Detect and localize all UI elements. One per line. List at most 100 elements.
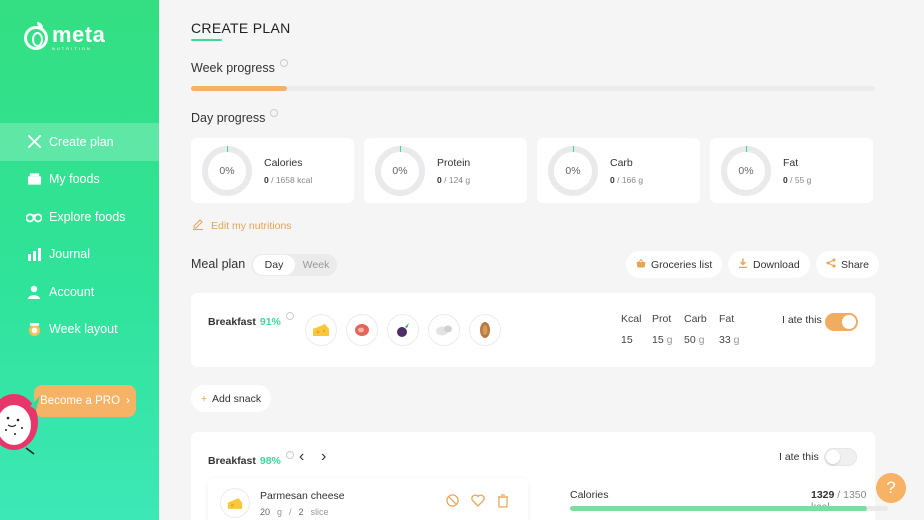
nutrient-value: 0 / 1658 kcal [264, 174, 313, 185]
sidebar: meta NUTRITION Create plan My foods Expl… [0, 0, 159, 520]
page-title: CREATE PLAN [191, 20, 291, 36]
day-week-toggle: Day Week [251, 254, 337, 276]
food-actions [446, 494, 509, 511]
download-icon [738, 258, 748, 271]
sidebar-item-account[interactable]: Account [0, 273, 159, 311]
groceries-list-label: Groceries list [651, 258, 713, 271]
food-amount: 20 g / 2 slice [260, 507, 329, 517]
toggle-knob [826, 450, 840, 464]
share-icon [826, 258, 836, 271]
help-icon: ? [886, 478, 896, 497]
toggle-week[interactable]: Week [295, 255, 337, 275]
meal-card-breakfast-detail: Breakfast 98% ‹ › I ate this Parmesan che… [191, 432, 888, 520]
sidebar-item-label: Create plan [49, 134, 114, 149]
macro-value: 15 [621, 334, 633, 346]
day-progress-label: Day progress [191, 109, 279, 125]
food-count-unit: slice [310, 507, 329, 517]
nutrient-card-protein: 0% Protein 0 / 124 g [364, 138, 527, 203]
ring-percent: 0% [219, 164, 235, 177]
ring-percent: 0% [565, 164, 581, 177]
add-snack-button[interactable]: + Add snack [191, 385, 271, 412]
eggplant-icon[interactable] [387, 314, 419, 346]
chevron-right-icon[interactable]: › [321, 448, 326, 466]
download-button[interactable]: Download [728, 251, 810, 278]
logo-mark [24, 21, 48, 50]
ate-this-toggle[interactable] [824, 448, 857, 466]
nutrient-value: 0 / 55 g [783, 174, 812, 185]
cheese-icon [220, 488, 250, 518]
nutrient-name: Protein [437, 156, 471, 169]
sidebar-item-label: Week layout [49, 322, 118, 337]
share-button[interactable]: Share [816, 251, 880, 278]
info-icon[interactable] [285, 451, 294, 459]
nutrient-name: Calories [264, 156, 303, 169]
toggle-day[interactable]: Day [253, 255, 295, 275]
help-button[interactable]: ? [876, 473, 906, 503]
become-pro-button[interactable]: Become a PRO › [34, 385, 136, 417]
progress-ring: 0% [202, 145, 252, 196]
sidebar-item-my-foods[interactable]: My foods [0, 161, 159, 199]
meal-food-icons [305, 314, 501, 346]
info-icon[interactable] [279, 59, 288, 67]
week-progress-label: Week progress [191, 59, 288, 75]
chevron-right-icon: › [126, 395, 130, 407]
groceries-list-button[interactable]: Groceries list [626, 251, 723, 278]
macro-value: 50 g [684, 334, 705, 346]
almond-icon[interactable] [469, 314, 501, 346]
ate-this-toggle[interactable] [825, 313, 858, 331]
sidebar-item-label: Account [49, 284, 95, 299]
calories-bar [570, 506, 888, 511]
chevron-left-icon[interactable]: ‹ [299, 448, 304, 466]
calories-bar-fill [570, 506, 867, 511]
pencil-icon [192, 218, 204, 233]
fork-knife-icon [26, 134, 42, 150]
ate-this-label: I ate this [782, 314, 822, 326]
nutrient-card-calories: 0% Calories 0 / 1658 kcal [191, 138, 354, 203]
week-progress-text: Week progress [191, 61, 275, 75]
food-amount-unit: g [277, 507, 283, 517]
separator: / [289, 507, 292, 517]
info-icon[interactable] [270, 109, 279, 117]
edit-nutritions-label: Edit my nutritions [211, 219, 292, 232]
logo-tagline: NUTRITION [52, 46, 92, 51]
macro-value: 33 g [719, 334, 740, 346]
block-icon[interactable] [446, 494, 459, 511]
sidebar-item-label: My foods [49, 172, 100, 187]
add-snack-label: Add snack [212, 392, 262, 405]
basket-icon [636, 258, 646, 271]
meal-plan-label: Meal plan [191, 257, 246, 271]
sidebar-item-week-layout[interactable]: Week layout [0, 311, 159, 349]
macro-header: Kcal [621, 313, 642, 325]
sidebar-item-explore-foods[interactable]: Explore foods [0, 198, 159, 236]
logo-word: meta [52, 22, 106, 47]
sidebar-nav: Create plan My foods Explore foods Journ… [0, 123, 159, 348]
info-icon[interactable] [285, 312, 294, 320]
food-amount-value[interactable]: 20 [260, 507, 270, 517]
progress-ring: 0% [375, 145, 425, 196]
ring-percent: 0% [392, 164, 408, 177]
food-count-value[interactable]: 2 [299, 507, 304, 517]
nutrient-name: Fat [783, 156, 799, 169]
sidebar-item-journal[interactable]: Journal [0, 236, 159, 274]
egg-icon[interactable] [428, 314, 460, 346]
trash-icon[interactable] [497, 494, 509, 511]
nutrient-cards: 0% Calories 0 / 1658 kcal 0% Protein 0 /… [191, 138, 873, 203]
meat-icon[interactable] [346, 314, 378, 346]
logo[interactable]: meta NUTRITION [24, 21, 106, 51]
macro-table: Kcal Prot Carb Fat 15 15 g 50 g 33 g [621, 313, 749, 346]
macro-value: 15 g [652, 334, 673, 346]
food-row-parmesan[interactable]: Parmesan cheese 20 g / 2 slice [208, 478, 528, 520]
sidebar-item-label: Journal [49, 247, 90, 262]
heart-icon[interactable] [471, 494, 485, 511]
progress-ring: 0% [548, 145, 598, 196]
calendar-icon [26, 321, 42, 337]
binoculars-icon [26, 209, 42, 225]
ring-percent: 0% [738, 164, 754, 177]
food-box-icon [26, 171, 42, 187]
nutrient-name: Carb [610, 156, 633, 169]
edit-nutritions-link[interactable]: Edit my nutritions [192, 218, 292, 233]
cheese-icon[interactable] [305, 314, 337, 346]
bar-chart-icon [26, 246, 42, 262]
sidebar-item-create-plan[interactable]: Create plan [0, 123, 159, 161]
title-underline [191, 39, 222, 41]
